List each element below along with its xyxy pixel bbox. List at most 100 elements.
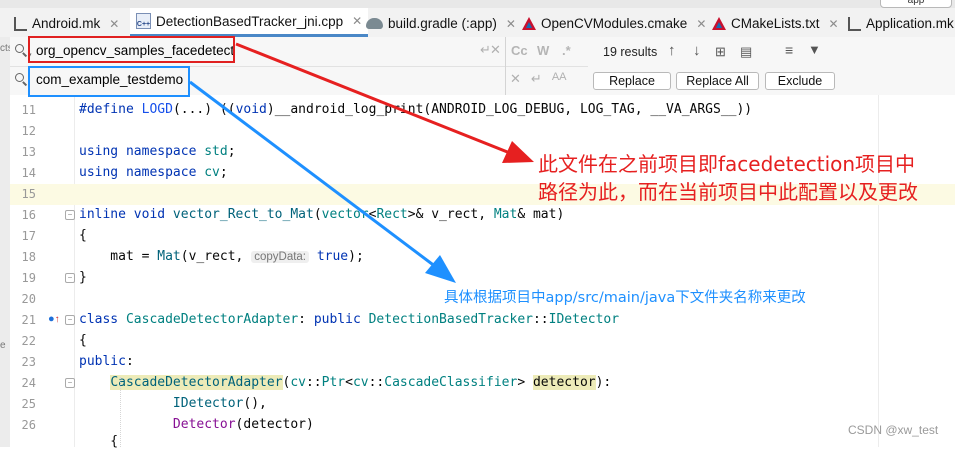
line-number: 14 — [21, 166, 36, 180]
fold-icon[interactable]: − — [65, 273, 75, 283]
close-icon[interactable]: ✕ — [696, 17, 706, 31]
implements-gutter-icon[interactable]: ●↑ — [48, 313, 60, 325]
search-clear-icon-wrap: ✕ — [490, 42, 501, 58]
line-number: 22 — [21, 334, 36, 348]
code-text: using namespace cv; — [79, 165, 228, 180]
tab-label: CMakeLists.txt — [731, 16, 820, 31]
tab-build-gradle[interactable]: build.gradle (:app) ✕ — [366, 10, 516, 37]
code-line: 24 − CascadeDetectorAdapter(cv::Ptr<cv::… — [10, 373, 955, 394]
highlight-box-red — [28, 36, 235, 63]
highlight-box-blue — [28, 66, 190, 97]
code-text: Detector(detector) — [172, 417, 314, 432]
code-text: CascadeDetectorAdapter(cv::Ptr<cv::Casca… — [110, 375, 612, 390]
tab-opencvmodules-cmake[interactable]: OpenCVModules.cmake ✕ — [522, 10, 706, 37]
line-number: 16 — [21, 208, 36, 222]
replace-all-button[interactable]: Replace All — [676, 72, 759, 90]
line-number: 12 — [21, 124, 36, 138]
line-number: 24 — [21, 376, 36, 390]
replace-icon[interactable] — [15, 73, 26, 84]
tab-cmakelists-txt[interactable]: CMakeLists.txt ✕ — [712, 10, 839, 37]
code-text: mat = Mat(v_rect, copyData: true); — [79, 249, 364, 264]
tab-detectionbasedtracker-jni-cpp[interactable]: C++ DetectionBasedTracker_jni.cpp ✕ — [130, 8, 369, 37]
words-toggle[interactable]: W — [537, 43, 549, 58]
code-line: 22 { — [10, 331, 955, 352]
close-icon[interactable]: ✕ — [506, 17, 516, 31]
code-text: using namespace std; — [79, 144, 236, 159]
code-text: IDetector(), — [172, 396, 267, 411]
divider — [505, 37, 506, 95]
tab-application-mk[interactable]: Application.mk — [848, 10, 954, 37]
close-icon[interactable]: ✕ — [109, 17, 119, 31]
code-line: 18 mat = Mat(v_rect, copyData: true); — [10, 247, 955, 268]
arrow-up-icon[interactable]: ↑ — [668, 42, 676, 59]
cpp-file-icon: C++ — [136, 13, 151, 29]
line-number: 18 — [21, 250, 36, 264]
code-line: 26 Detector(detector) — [10, 415, 955, 436]
fold-icon[interactable]: − — [65, 315, 75, 325]
title-strip — [0, 0, 955, 8]
filter-options-icon[interactable]: ▤ — [740, 44, 752, 60]
line-number: 26 — [21, 418, 36, 432]
line-number: 17 — [21, 229, 36, 243]
line-number: 25 — [21, 397, 36, 411]
makefile-icon — [848, 16, 861, 31]
cmake-icon — [712, 17, 726, 30]
tab-label: Android.mk — [32, 16, 101, 31]
match-case-toggle[interactable]: Cc — [511, 43, 528, 58]
tab-label: DetectionBasedTracker_jni.cpp — [156, 13, 344, 29]
code-line: 16 − inline void vector_Rect_to_Mat(vect… — [10, 205, 955, 226]
panel-stub-text: e — [0, 340, 6, 351]
code-editor[interactable]: 11 #define LOGD(...) ((void)__android_lo… — [10, 95, 955, 449]
select-all-occurrences-icon[interactable]: ⊞ — [715, 44, 726, 60]
code-line: 25 IDetector(), — [10, 394, 955, 415]
annotation-red-line: 此文件在之前项目即facedetection项目中 — [538, 152, 916, 176]
search-icon[interactable]: ▾ — [15, 44, 32, 59]
fold-icon[interactable]: − — [65, 210, 75, 220]
tab-android-mk[interactable]: Android.mk ✕ — [14, 10, 119, 37]
annotation-red-line: 路径为此，而在当前项目中此配置以及更改 — [538, 180, 918, 204]
new-line-icon[interactable]: ↵ — [531, 71, 542, 87]
close-icon[interactable]: ✕ — [352, 14, 362, 28]
results-count: 19 results — [603, 45, 658, 59]
annotation-blue-text: 具体根据项目中app/src/main/java下文件夹名称来更改 — [444, 290, 806, 306]
code-text: class CascadeDetectorAdapter: public Det… — [79, 312, 620, 327]
code-line: 21 ●↑ − class CascadeDetectorAdapter: pu… — [10, 310, 955, 331]
code-line: 17 { — [10, 226, 955, 247]
code-text: #define LOGD(...) ((void)__android_log_p… — [79, 102, 753, 117]
replace-button[interactable]: Replace — [593, 72, 671, 90]
panel-stub-text: cts — [0, 43, 13, 54]
indent-guide — [120, 377, 122, 447]
code-text: public: — [79, 354, 134, 369]
editor-tab-bar: app Android.mk ✕ C++ DetectionBasedTrack… — [0, 0, 955, 38]
parameter-hint: copyData: — [251, 251, 309, 263]
regex-toggle[interactable]: .* — [562, 43, 571, 58]
line-number: 21 — [21, 313, 36, 327]
line-number: 13 — [21, 145, 36, 159]
replace-field-icons: ✕ ↵ AA — [510, 71, 567, 87]
run-config-button[interactable]: app — [880, 0, 952, 8]
multiline-icon[interactable]: ≡ — [785, 42, 793, 58]
clear-icon[interactable]: ✕ — [510, 71, 521, 87]
tab-label: OpenCVModules.cmake — [541, 16, 688, 31]
makefile-icon — [14, 16, 27, 31]
gradle-elephant-icon — [366, 18, 383, 29]
code-line: 11 #define LOGD(...) ((void)__android_lo… — [10, 100, 955, 121]
line-number: 23 — [21, 355, 36, 369]
fold-icon[interactable]: − — [65, 378, 75, 388]
clear-icon[interactable]: ✕ — [490, 42, 501, 58]
line-number: 11 — [21, 103, 36, 117]
code-text: inline void vector_Rect_to_Mat(vector<Re… — [79, 207, 565, 222]
exclude-button[interactable]: Exclude — [765, 72, 835, 90]
arrow-down-icon[interactable]: ↓ — [693, 42, 701, 59]
filter-icon[interactable]: ▼ — [808, 42, 821, 57]
code-text: } — [79, 270, 87, 285]
code-text: { — [79, 228, 87, 243]
close-icon[interactable]: ✕ — [829, 17, 839, 31]
cmake-icon — [522, 17, 536, 30]
line-number: 20 — [21, 292, 36, 306]
tab-label: build.gradle (:app) — [388, 16, 497, 31]
tab-label: Application.mk — [866, 16, 954, 31]
code-line: 12 — [10, 121, 955, 142]
preserve-case-icon[interactable]: AA — [552, 71, 567, 87]
annotation-red-text: 此文件在之前项目即facedetection项目中 路径为此，而在当前项目中此配… — [538, 150, 918, 206]
